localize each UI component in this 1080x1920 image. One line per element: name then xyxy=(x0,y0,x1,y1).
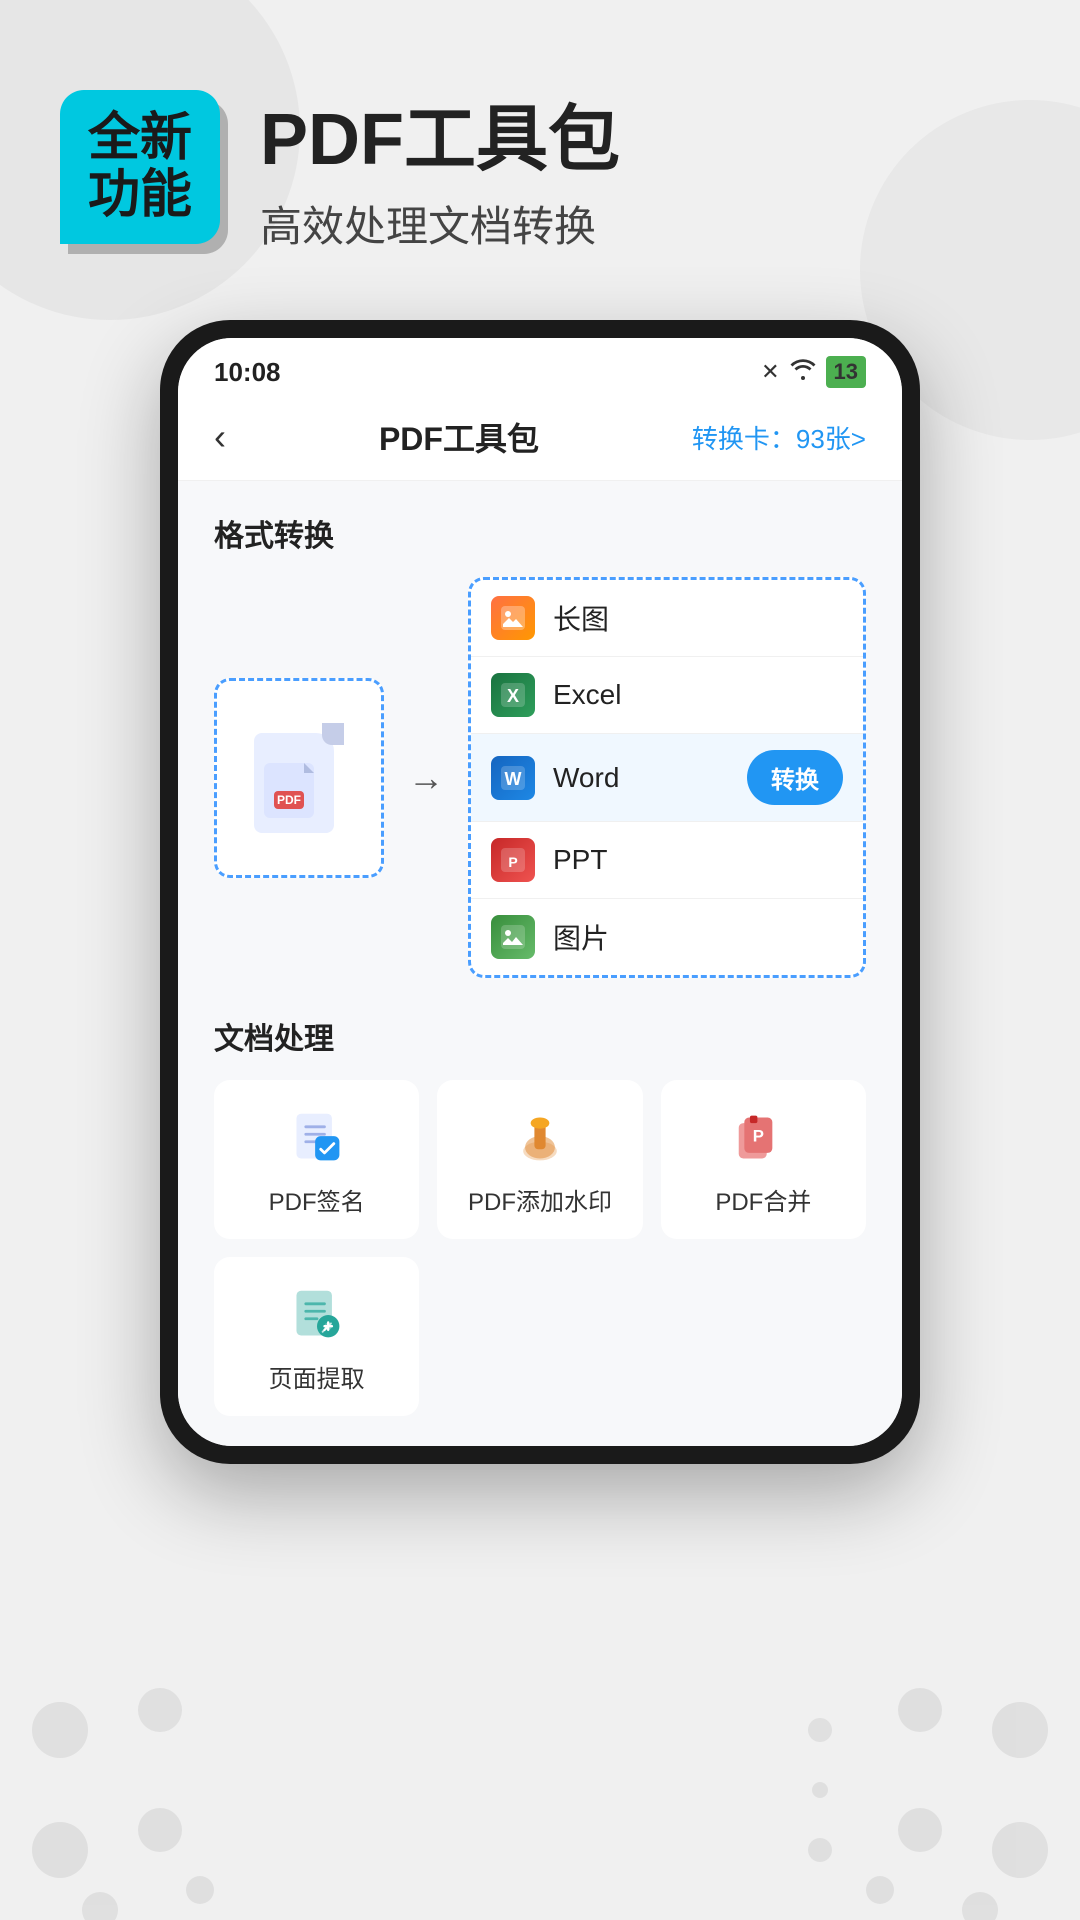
word-format-name: Word xyxy=(553,762,729,794)
nav-title: PDF工具包 xyxy=(379,414,539,460)
pdf-sign-icon xyxy=(287,1108,347,1168)
header-subtitle: 高效处理文档转换 xyxy=(260,193,620,254)
x-icon: ✕ xyxy=(761,359,779,385)
excel-format-icon: X xyxy=(491,673,535,717)
pdf-file-icon: PDF xyxy=(254,723,344,833)
svg-text:P: P xyxy=(753,1127,764,1146)
svg-text:PDF: PDF xyxy=(277,793,301,807)
badge-text: 全新 功能 xyxy=(84,110,196,224)
picture-format-icon xyxy=(491,915,535,959)
phone-frame: 10:08 ✕ 13 ‹ PDF工具包 转换卡：93张> 格式转换 xyxy=(160,320,920,1464)
battery-indicator: 13 xyxy=(826,356,866,388)
phone-mockup: 10:08 ✕ 13 ‹ PDF工具包 转换卡：93张> 格式转换 xyxy=(160,320,920,1464)
format-conversion-area: PDF → 长图 xyxy=(214,577,866,978)
nav-bar: ‹ PDF工具包 转换卡：93张> xyxy=(178,398,902,481)
pdf-merge-tool[interactable]: P PDF合并 xyxy=(661,1080,866,1239)
image-format-icon xyxy=(491,596,535,640)
pdf-sign-tool[interactable]: PDF签名 xyxy=(214,1080,419,1239)
pdf-watermark-icon xyxy=(510,1108,570,1168)
ppt-format-name: PPT xyxy=(553,844,843,876)
convert-button[interactable]: 转换 xyxy=(747,750,843,805)
format-item-ppt[interactable]: P PPT xyxy=(471,822,863,899)
word-format-icon: W xyxy=(491,756,535,800)
format-list-box: 长图 X Excel W xyxy=(468,577,866,978)
doc-tools-grid: PDF签名 xyxy=(214,1080,866,1239)
pdf-watermark-tool[interactable]: PDF添加水印 xyxy=(437,1080,642,1239)
format-item-word[interactable]: W Word 转换 xyxy=(471,734,863,822)
image-format-name: 长图 xyxy=(553,598,843,638)
format-item-picture[interactable]: 图片 xyxy=(471,899,863,975)
svg-text:W: W xyxy=(505,769,522,789)
doc-process-section: 文档处理 xyxy=(214,1014,866,1416)
new-feature-badge: 全新 功能 xyxy=(60,90,220,244)
pdf-merge-icon: P xyxy=(733,1108,793,1168)
conversion-card-button[interactable]: 转换卡：93张> xyxy=(692,419,866,456)
conversion-arrow: → xyxy=(408,757,444,799)
pdf-source-box: PDF xyxy=(214,678,384,878)
status-bar: 10:08 ✕ 13 xyxy=(178,338,902,398)
pdf-watermark-label: PDF添加水印 xyxy=(468,1182,612,1217)
bg-dots-pattern xyxy=(0,1570,1080,1920)
phone-screen: 10:08 ✕ 13 ‹ PDF工具包 转换卡：93张> 格式转换 xyxy=(178,338,902,1446)
svg-text:P: P xyxy=(508,854,517,870)
pdf-extract-icon xyxy=(287,1285,347,1345)
format-item-image[interactable]: 长图 xyxy=(471,580,863,657)
pdf-extract-label: 页面提取 xyxy=(269,1359,365,1394)
screen-content: 格式转换 PDF xyxy=(178,481,902,1446)
header-text-block: PDF工具包 高效处理文档转换 xyxy=(260,80,620,254)
header-title: PDF工具包 xyxy=(260,80,620,185)
ppt-format-icon: P xyxy=(491,838,535,882)
wifi-icon xyxy=(790,358,816,386)
picture-format-name: 图片 xyxy=(553,917,843,957)
format-item-excel[interactable]: X Excel xyxy=(471,657,863,734)
doc-tools-grid-bottom: 页面提取 xyxy=(214,1257,866,1416)
status-time: 10:08 xyxy=(214,357,281,388)
back-button[interactable]: ‹ xyxy=(214,416,226,458)
excel-format-name: Excel xyxy=(553,679,843,711)
format-section-title: 格式转换 xyxy=(214,511,866,555)
header-area: 全新 功能 PDF工具包 高效处理文档转换 xyxy=(0,40,1080,294)
status-icons: ✕ 13 xyxy=(761,356,866,388)
pdf-sign-label: PDF签名 xyxy=(269,1182,365,1217)
svg-text:X: X xyxy=(507,686,519,706)
pdf-merge-label: PDF合并 xyxy=(715,1182,811,1217)
pdf-extract-tool[interactable]: 页面提取 xyxy=(214,1257,419,1416)
doc-section-title: 文档处理 xyxy=(214,1014,866,1058)
